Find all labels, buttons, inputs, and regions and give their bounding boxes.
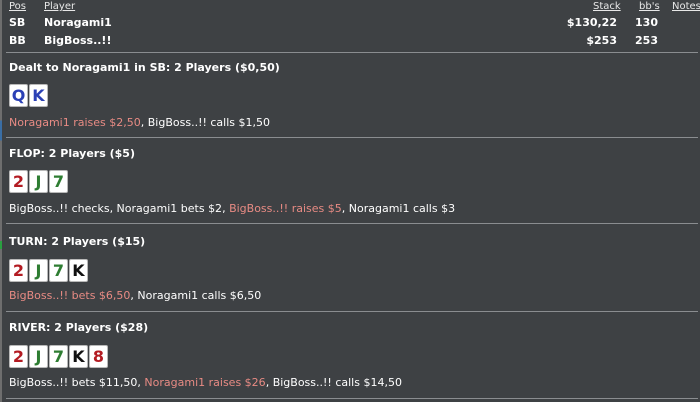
action-villain-raise: BigBoss..!! raises $5 <box>229 202 342 215</box>
card-j-clubs: J <box>29 345 48 368</box>
player-row-1-stack: $130,22 <box>566 16 617 29</box>
preflop-actions: Noragami1 raises $2,50, BigBoss..!! call… <box>9 116 270 129</box>
card-7-clubs: 7 <box>49 345 68 368</box>
card-k-diamonds: K <box>29 84 48 107</box>
card-2-hearts: 2 <box>9 345 28 368</box>
card-k-spades: K <box>69 345 88 368</box>
preflop-cards: QK <box>9 84 48 107</box>
window-left-edge <box>0 0 2 402</box>
player-row-2-stack: $253 <box>586 34 617 47</box>
player-row-1-pos: SB <box>9 16 26 29</box>
player-row-1-bbs: 130 <box>635 16 658 29</box>
player-row-2-name[interactable]: BigBoss..!! <box>44 34 111 47</box>
turn-actions: BigBoss..!! bets $6,50, Noragami1 calls … <box>9 289 261 302</box>
card-2-hearts: 2 <box>9 259 28 282</box>
flop-cards: 2J7 <box>9 170 68 193</box>
flop-title: FLOP: 2 Players ($5) <box>9 147 135 160</box>
action-check-bet: BigBoss..!! checks, Noragami1 bets $2 <box>9 202 223 215</box>
action-villain-call: BigBoss..!! calls $1,50 <box>147 116 271 129</box>
card-j-clubs: J <box>29 259 48 282</box>
action-separator: , <box>222 202 230 215</box>
river-title: RIVER: 2 Players ($28) <box>9 321 149 334</box>
turn-title: TURN: 2 Players ($15) <box>9 235 146 248</box>
header-notes[interactable]: Notes <box>672 1 700 12</box>
river-actions: BigBoss..!! bets $11,50, Noragami1 raise… <box>9 376 402 389</box>
action-hero-raise: Noragami1 raises $2,50 <box>9 116 141 129</box>
action-hero-raise: Noragami1 raises $26 <box>144 376 266 389</box>
flop-actions: BigBoss..!! checks, Noragami1 bets $2, B… <box>9 202 455 215</box>
card-2-hearts: 2 <box>9 170 28 193</box>
card-k-spades: K <box>69 259 88 282</box>
action-separator: , <box>140 116 148 129</box>
divider <box>6 223 698 224</box>
card-7-clubs: 7 <box>49 259 68 282</box>
card-7-clubs: 7 <box>49 170 68 193</box>
card-j-clubs: J <box>29 170 48 193</box>
divider <box>6 52 698 53</box>
divider <box>6 398 698 399</box>
river-cards: 2J7K8 <box>9 345 108 368</box>
action-hero-call: Noragami1 calls $6,50 <box>137 289 262 302</box>
action-hero-call: Noragami1 calls $3 <box>348 202 456 215</box>
action-separator: , <box>341 202 349 215</box>
player-row-2-bbs: 253 <box>635 34 658 47</box>
divider <box>6 311 698 312</box>
card-8-hearts: 8 <box>89 345 108 368</box>
action-villain-bet: BigBoss..!! bets $11,50 <box>9 376 138 389</box>
header-pos[interactable]: Pos <box>9 1 26 12</box>
card-q-diamonds: Q <box>9 84 28 107</box>
turn-cards: 2J7K <box>9 259 88 282</box>
header-player[interactable]: Player <box>44 1 75 12</box>
player-row-2-pos: BB <box>9 34 26 47</box>
action-villain-bet: BigBoss..!! bets $6,50 <box>9 289 131 302</box>
action-villain-call: BigBoss..!! calls $14,50 <box>272 376 402 389</box>
header-bbs[interactable]: bb's <box>639 1 660 12</box>
preflop-title: Dealt to Noragami1 in SB: 2 Players ($0,… <box>9 61 280 74</box>
player-row-1-name[interactable]: Noragami1 <box>44 16 112 29</box>
header-stack[interactable]: Stack <box>593 1 621 12</box>
divider <box>6 137 698 138</box>
action-separator: , <box>265 376 273 389</box>
